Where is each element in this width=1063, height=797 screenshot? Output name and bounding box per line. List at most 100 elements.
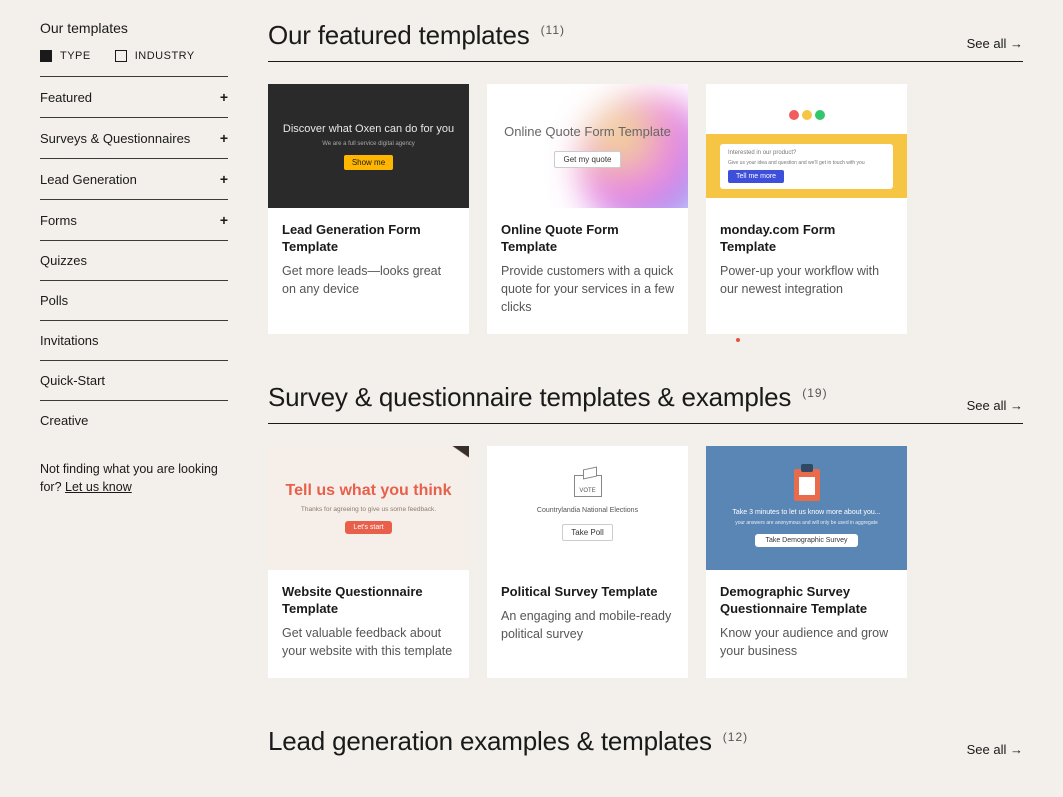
help-link[interactable]: Let us know [65,480,132,494]
card-row: Discover what Oxen can do for you We are… [268,84,1023,334]
carousel-indicator [736,338,740,342]
filter-industry-label: INDUSTRY [135,50,195,62]
filter-industry[interactable]: INDUSTRY [115,50,195,62]
checkbox-empty-icon [115,50,127,62]
section-header: Survey & questionnaire templates & examp… [268,382,1023,424]
filter-type-label: TYPE [60,50,91,62]
section-surveys: Survey & questionnaire templates & examp… [268,382,1023,678]
section-title: Survey & questionnaire templates & examp… [268,382,828,413]
card-desc: Get more leads—looks great on any device [282,262,455,298]
see-all-link[interactable]: See all → [967,398,1023,413]
category-label: Lead Generation [40,172,137,187]
category-polls[interactable]: Polls [40,280,228,320]
media-cta-button[interactable]: Take Poll [562,524,612,541]
media-strip: Interested in our product? Give us your … [720,144,893,189]
expand-icon: + [220,171,228,187]
card-desc: Know your audience and grow your busines… [720,624,893,660]
category-label: Featured [40,90,92,105]
media-headline: Online Quote Form Template [504,124,671,141]
dot-active-icon [736,338,740,342]
category-creative[interactable]: Creative [40,400,228,441]
card-media: Interested in our product? Give us your … [706,84,907,208]
card-media: Take 3 minutes to let us know more about… [706,446,907,570]
card-media: Online Quote Form Template Get my quote [487,84,688,208]
category-label: Creative [40,413,88,428]
card-desc: An engaging and mobile-ready political s… [501,607,674,643]
media-cta-button[interactable]: Take Demographic Survey [755,534,857,547]
card-media: VOTE Countrylandia National Elections Ta… [487,446,688,570]
card-body: monday.com Form Template Power-up your w… [706,208,907,316]
see-all-link[interactable]: See all → [967,742,1023,757]
section-featured: Our featured templates (11) See all → Di… [268,20,1023,334]
help-text: Not finding what you are looking for? Le… [40,461,228,496]
card-title: Demographic Survey Questionnaire Templat… [720,584,893,618]
filter-toggles: TYPE INDUSTRY [40,50,228,62]
media-headline: Take 3 minutes to let us know more about… [732,509,880,516]
template-card-political-survey[interactable]: VOTE Countrylandia National Elections Ta… [487,446,688,678]
section-title-text: Survey & questionnaire templates & examp… [268,382,791,412]
vote-icon-label: VOTE [575,488,601,494]
category-featured[interactable]: Featured + [40,76,228,117]
category-leadgen[interactable]: Lead Generation + [40,158,228,199]
card-desc: Power-up your workflow with our newest i… [720,262,893,298]
media-subtext: Thanks for agreeing to give us some feed… [301,506,436,513]
card-title: Lead Generation Form Template [282,222,455,256]
filter-type[interactable]: TYPE [40,50,91,62]
card-title: Political Survey Template [501,584,674,601]
expand-icon: + [220,212,228,228]
card-media: Discover what Oxen can do for you We are… [268,84,469,208]
category-quizzes[interactable]: Quizzes [40,240,228,280]
section-count: (12) [723,730,748,744]
card-title: Online Quote Form Template [501,222,674,256]
section-title: Lead generation examples & templates (12… [268,726,748,757]
sidebar: Our templates TYPE INDUSTRY Featured + S… [40,20,228,757]
template-card-demographic-survey[interactable]: Take 3 minutes to let us know more about… [706,446,907,678]
category-label: Polls [40,293,68,308]
category-surveys[interactable]: Surveys & Questionnaires + [40,117,228,158]
category-quickstart[interactable]: Quick-Start [40,360,228,400]
card-body: Lead Generation Form Template Get more l… [268,208,469,316]
main-content: Our featured templates (11) See all → Di… [268,20,1023,757]
section-title-text: Our featured templates [268,20,530,50]
card-desc: Get valuable feedback about your website… [282,624,455,660]
media-headline: Countrylandia National Elections [537,507,638,514]
category-forms[interactable]: Forms + [40,199,228,240]
section-title-text: Lead generation examples & templates [268,726,712,756]
card-body: Political Survey Template An engaging an… [487,570,688,661]
clipboard-icon [794,469,820,501]
section-header: Our featured templates (11) See all → [268,20,1023,62]
category-label: Forms [40,213,77,228]
section-count: (11) [541,23,565,37]
template-card-website-questionnaire[interactable]: Tell us what you think Thanks for agreei… [268,446,469,678]
category-label: Quick-Start [40,373,105,388]
section-leadgen: Lead generation examples & templates (12… [268,726,1023,757]
media-cta-button[interactable]: Show me [344,155,393,170]
media-cta-button[interactable]: Tell me more [728,170,784,183]
card-body: Demographic Survey Questionnaire Templat… [706,570,907,678]
expand-icon: + [220,130,228,146]
card-body: Online Quote Form Template Provide custo… [487,208,688,334]
section-count: (19) [802,386,827,400]
media-strip-q: Interested in our product? [728,150,796,156]
category-label: Quizzes [40,253,87,268]
card-title: monday.com Form Template [720,222,893,256]
template-card-leadgen-form[interactable]: Discover what Oxen can do for you We are… [268,84,469,334]
card-body: Website Questionnaire Template Get valua… [268,570,469,678]
expand-icon: + [220,89,228,105]
media-cta-button[interactable]: Let's start [345,521,391,534]
media-subtext: your answers are anonymous and will only… [735,520,878,526]
section-title: Our featured templates (11) [268,20,565,51]
monday-logo-icon [706,84,907,120]
card-title: Website Questionnaire Template [282,584,455,618]
media-cta-button[interactable]: Get my quote [554,151,620,168]
hand-photo-icon [399,446,469,494]
card-media: Tell us what you think Thanks for agreei… [268,446,469,570]
template-card-online-quote[interactable]: Online Quote Form Template Get my quote … [487,84,688,334]
media-strip-sub: Give us your idea and question and we'll… [728,160,865,166]
see-all-link[interactable]: See all → [967,36,1023,51]
category-invitations[interactable]: Invitations [40,320,228,360]
category-label: Invitations [40,333,99,348]
card-desc: Provide customers with a quick quote for… [501,262,674,316]
template-card-monday[interactable]: Interested in our product? Give us your … [706,84,907,334]
media-headline: Discover what Oxen can do for you [283,122,454,136]
